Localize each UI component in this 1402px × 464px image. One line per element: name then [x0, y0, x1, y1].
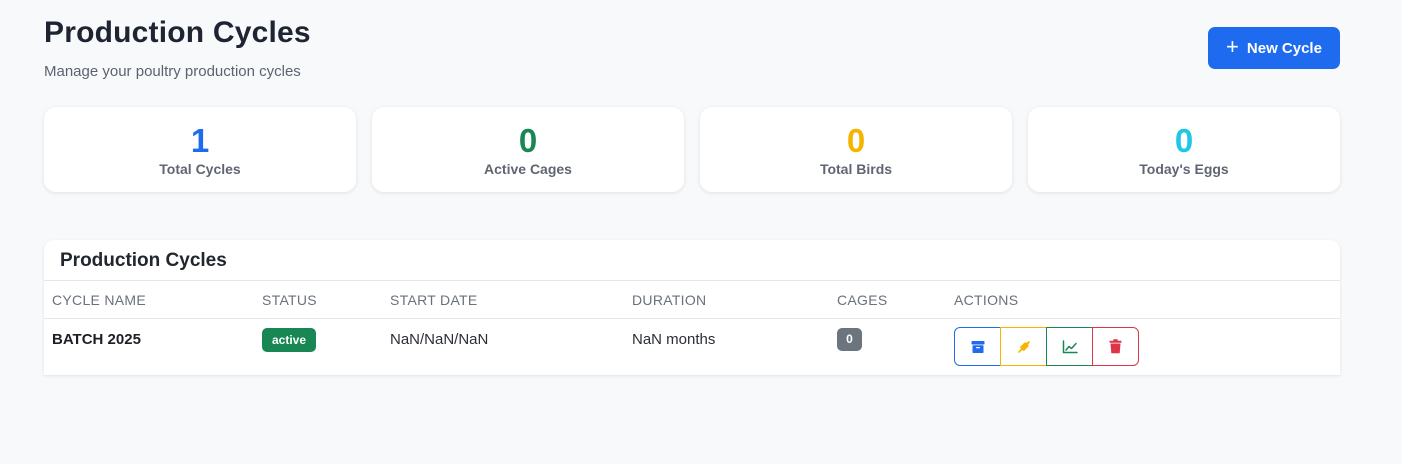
wheat-icon [1016, 339, 1032, 355]
chart-line-icon [1062, 339, 1078, 354]
stat-label: Total Birds [819, 161, 893, 177]
stat-label: Today's Eggs [1139, 161, 1229, 177]
column-header-actions: ACTIONS [954, 292, 1019, 308]
trash-icon [1109, 339, 1122, 354]
column-header-start-date: START DATE [390, 292, 478, 308]
status-badge: active [262, 328, 317, 352]
statistics-button[interactable] [1046, 327, 1093, 366]
delete-button[interactable] [1092, 327, 1139, 366]
cages-count-badge: 0 [837, 328, 862, 351]
cell-duration: NaN months [632, 331, 716, 348]
table-title: Production Cycles [60, 250, 227, 271]
stat-value: 0 [518, 122, 538, 159]
stat-card-active-cages: 0 Active Cages [372, 107, 684, 192]
divider [44, 280, 1340, 281]
stat-label: Active Cages [484, 161, 572, 177]
column-header-cycle-name: CYCLE NAME [52, 292, 147, 308]
column-header-status: STATUS [262, 292, 317, 308]
new-cycle-label: New Cycle [1246, 39, 1322, 57]
stat-value: 0 [846, 122, 866, 159]
cell-start-date: NaN/NaN/NaN [390, 331, 489, 348]
stat-label: Total Cycles [159, 161, 241, 177]
stat-card-total-birds: 0 Total Birds [700, 107, 1012, 192]
divider [44, 318, 1340, 319]
archive-button[interactable] [954, 327, 1001, 366]
column-header-duration: DURATION [632, 292, 707, 308]
stat-card-todays-eggs: 0 Today's Eggs [1028, 107, 1340, 192]
cycles-table-card: Production Cycles CYCLE NAME STATUS STAR… [44, 240, 1340, 375]
cell-cycle-name: BATCH 2025 [52, 331, 141, 348]
stat-card-total-cycles: 1 Total Cycles [44, 107, 356, 192]
new-cycle-button[interactable]: + New Cycle [1208, 27, 1340, 69]
page-title: Production Cycles [44, 16, 311, 49]
stat-value: 1 [190, 122, 210, 159]
page-subtitle: Manage your poultry production cycles [44, 63, 301, 80]
feed-button[interactable] [1000, 327, 1047, 366]
row-actions [954, 327, 1139, 366]
archive-icon [971, 340, 985, 354]
column-header-cages: CAGES [837, 292, 888, 308]
plus-icon: + [1226, 34, 1239, 59]
stat-value: 0 [1174, 122, 1194, 159]
